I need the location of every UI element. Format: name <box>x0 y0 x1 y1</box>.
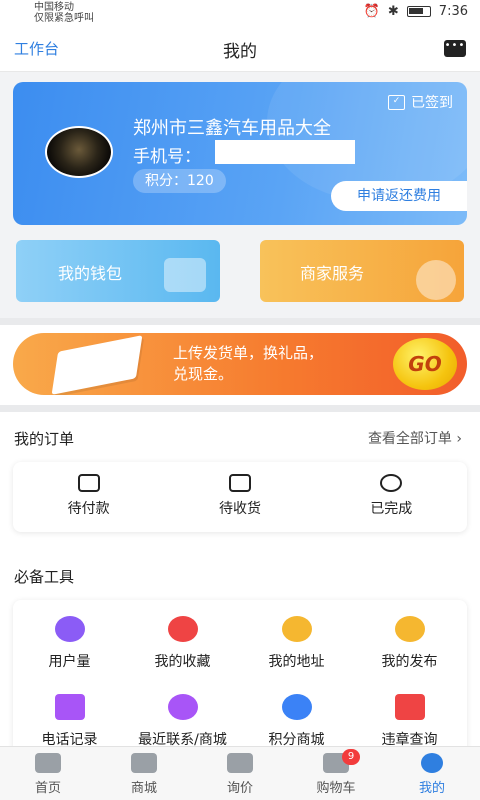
status-bar: 中国移动 仅限紧急呼叫 ⏰ ✱ 7:36 <box>0 0 480 26</box>
top-bar: 工作台 我的 ••• <box>0 26 480 72</box>
wallet-icon <box>164 258 206 292</box>
tools-title: 必备工具 <box>14 568 75 586</box>
star-icon <box>281 694 312 720</box>
nav-home[interactable]: 首页 <box>0 747 96 800</box>
tools-card: 用户量 我的收藏 我的地址 我的发布 电话记录 最近联系/商城 积分商城 违章查… <box>13 600 467 760</box>
phone-value-redacted <box>215 140 355 164</box>
signed-in-badge[interactable]: ✓ 已签到 <box>388 92 453 112</box>
pen-icon <box>394 616 425 642</box>
pie-chart-icon <box>54 616 85 642</box>
tools-section: 必备工具 用户量 我的收藏 我的地址 我的发布 电话记录 最近联系/商城 积分商… <box>0 546 480 760</box>
bluetooth-icon: ✱ <box>387 4 399 19</box>
search-document-icon <box>394 694 425 720</box>
merchant-service-tile[interactable]: 商家服务 <box>260 240 464 302</box>
location-icon <box>281 616 312 642</box>
chevron-right-icon: › <box>456 431 462 447</box>
orders-title: 我的订单 <box>14 430 75 448</box>
shop-name: 郑州市三鑫汽车用品大全 <box>133 118 331 139</box>
phone-record-icon <box>54 694 85 720</box>
avatar[interactable] <box>45 126 113 178</box>
orders-card: 待付款 待收货 已完成 <box>13 462 467 532</box>
truck-icon <box>228 474 251 492</box>
alarm-icon: ⏰ <box>363 4 380 19</box>
tool-violation-query[interactable]: 违章查询 <box>353 694 466 749</box>
order-pending-payment[interactable]: 待付款 <box>13 462 164 532</box>
nav-mine[interactable]: 我的 <box>384 747 480 800</box>
tool-my-posts[interactable]: 我的发布 <box>353 616 466 671</box>
nav-mall[interactable]: 商城 <box>96 747 192 800</box>
wallet-tile[interactable]: 我的钱包 <box>16 240 220 302</box>
go-button[interactable]: GO <box>393 338 457 390</box>
orders-section: 我的订单 查看全部订单 › 待付款 待收货 已完成 <box>0 412 480 546</box>
carrier-info: 中国移动 仅限紧急呼叫 <box>34 2 94 24</box>
promo-banner[interactable]: 上传发货单，换礼品， 兑现金。 GO <box>13 333 467 395</box>
chat-icon <box>167 694 198 720</box>
bottom-nav: 首页 商城 询价 9 购物车 我的 <box>0 746 480 800</box>
nav-inquiry[interactable]: 询价 <box>192 747 288 800</box>
order-pending-receipt[interactable]: 待收货 <box>164 462 315 532</box>
profile-card: ✓ 已签到 郑州市三鑫汽车用品大全 手机号： 积分：120 申请返还费用 <box>13 82 467 225</box>
clock: 7:36 <box>438 4 468 19</box>
banner-text: 上传发货单，换礼品， 兑现金。 <box>173 344 324 383</box>
status-icons: ⏰ ✱ 7:36 <box>364 4 468 19</box>
section-divider <box>0 405 480 412</box>
message-icon[interactable]: ••• <box>444 40 466 57</box>
tool-points-mall[interactable]: 积分商城 <box>240 694 353 749</box>
refund-button[interactable]: 申请返还费用 <box>331 181 467 211</box>
nav-cart[interactable]: 9 购物车 <box>288 747 384 800</box>
cart-badge: 9 <box>342 749 360 765</box>
tool-recent-contacts[interactable]: 最近联系/商城 <box>126 694 239 749</box>
home-icon <box>35 753 61 773</box>
tool-address[interactable]: 我的地址 <box>240 616 353 671</box>
document-illustration-icon <box>51 335 143 395</box>
person-icon <box>416 260 456 300</box>
heart-icon <box>167 616 198 642</box>
order-completed[interactable]: 已完成 <box>316 462 467 532</box>
user-icon <box>421 753 443 773</box>
battery-icon <box>406 6 431 17</box>
bag-icon <box>131 753 157 773</box>
check-circle-icon <box>380 474 403 492</box>
points-badge[interactable]: 积分：120 <box>133 169 226 193</box>
phone-label: 手机号： <box>133 147 201 167</box>
tool-favorites[interactable]: 我的收藏 <box>126 616 239 671</box>
calendar-check-icon: ✓ <box>388 94 405 110</box>
card-icon <box>227 753 253 773</box>
section-divider <box>0 318 480 325</box>
page-title: 我的 <box>223 42 257 62</box>
tool-phone-records[interactable]: 电话记录 <box>13 694 126 749</box>
view-all-orders-link[interactable]: 查看全部订单 › <box>368 428 462 448</box>
tool-user-count[interactable]: 用户量 <box>13 616 126 671</box>
wallet-icon <box>77 474 100 492</box>
